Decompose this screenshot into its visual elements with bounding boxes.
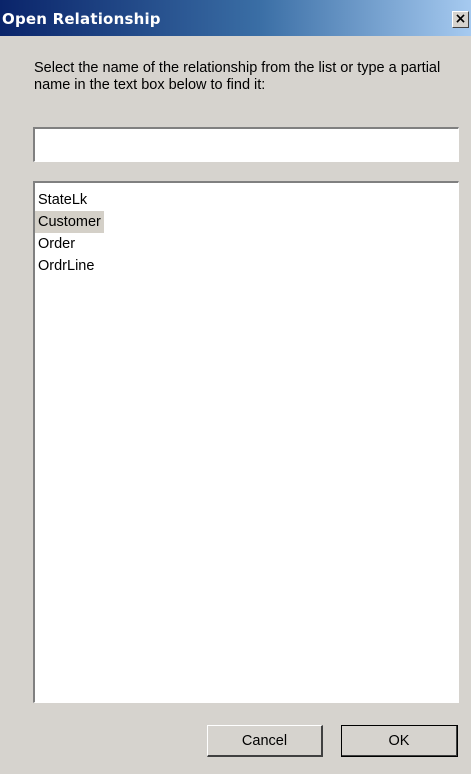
list-item[interactable]: StateLk	[35, 189, 90, 211]
title-bar[interactable]: Open Relationship ×	[0, 0, 471, 36]
ok-button[interactable]: OK	[341, 725, 458, 757]
instructions-text: Select the name of the relationship from…	[34, 60, 441, 93]
list-item[interactable]: Customer	[35, 211, 104, 233]
cancel-button[interactable]: Cancel	[207, 725, 323, 757]
close-icon[interactable]: ×	[452, 11, 469, 28]
relationship-listbox[interactable]: StateLk Customer Order OrdrLine	[33, 181, 459, 703]
relationship-search-input[interactable]	[33, 127, 459, 162]
open-relationship-dialog: Open Relationship × Select the name of t…	[0, 0, 471, 774]
list-item[interactable]: Order	[35, 233, 78, 255]
dialog-title: Open Relationship	[2, 10, 161, 28]
list-item[interactable]: OrdrLine	[35, 255, 97, 277]
